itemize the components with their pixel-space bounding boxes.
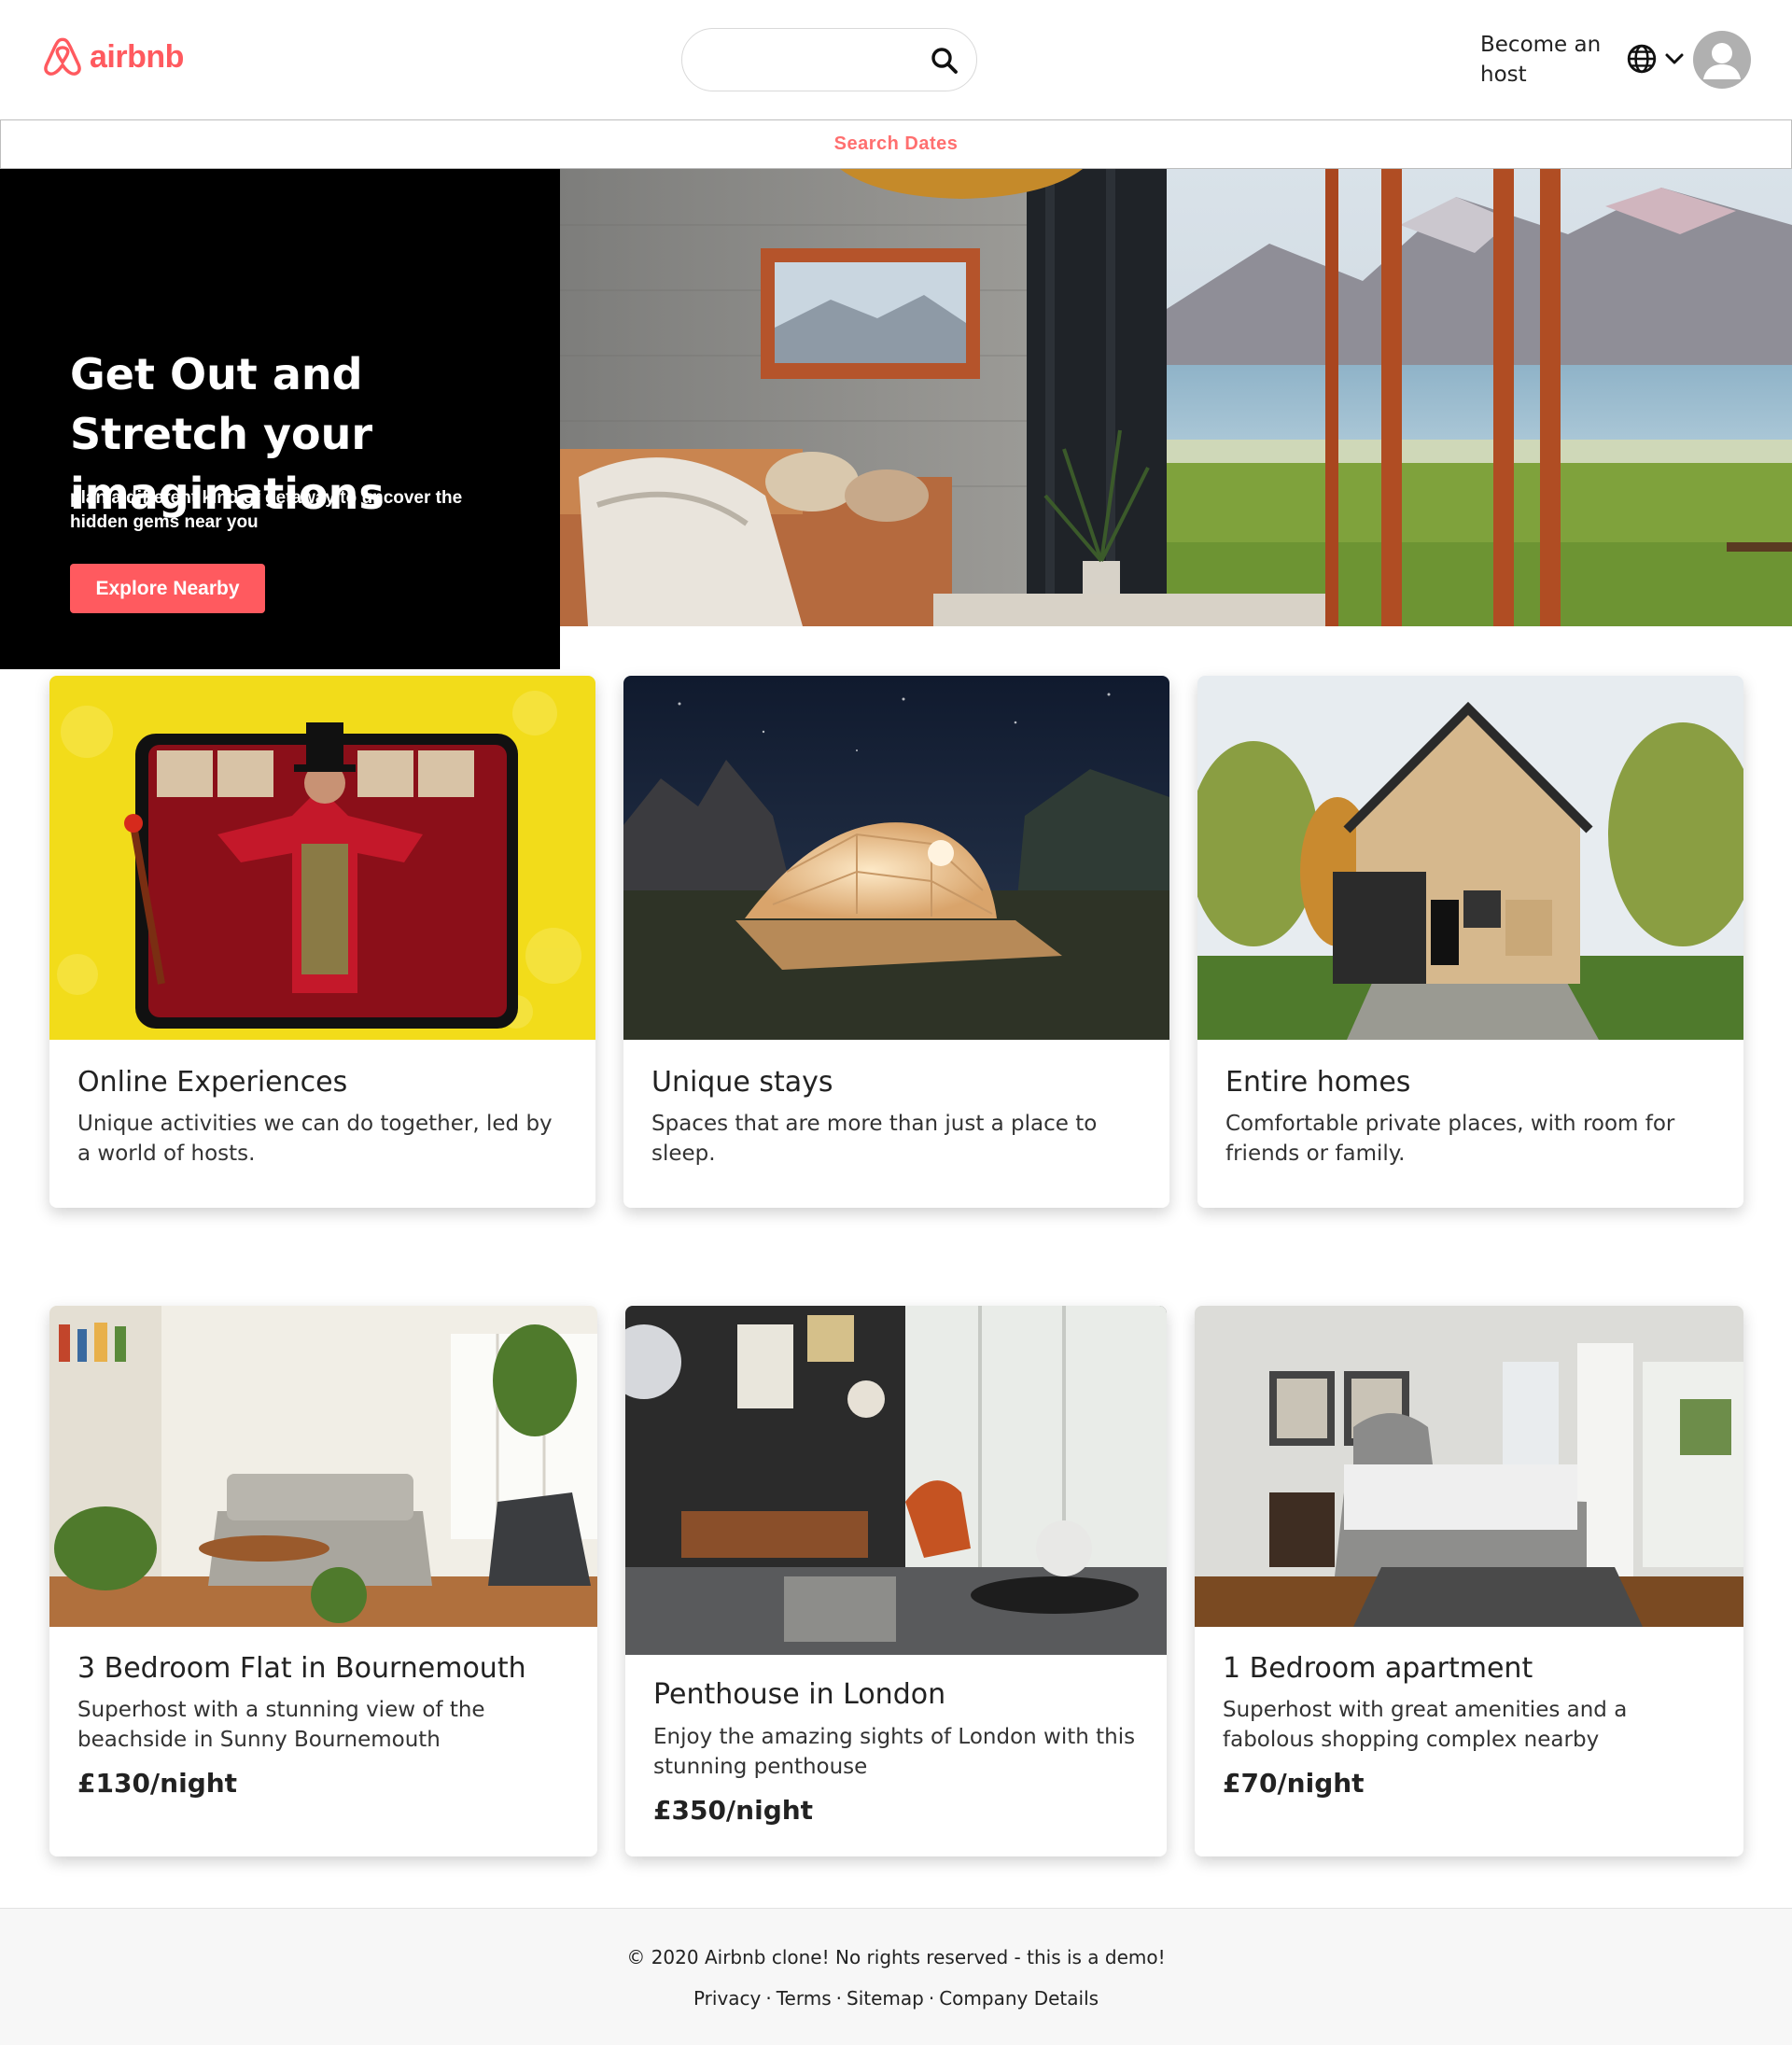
footer-copyright: © 2020 Airbnb clone! No rights reserved … — [626, 1946, 1166, 1968]
listing-title: 1 Bedroom apartment — [1223, 1652, 1533, 1685]
hero-panel: Get Out and Stretch your imaginations pl… — [0, 169, 560, 669]
listing-price: £350/night — [653, 1795, 814, 1826]
card-description: Spaces that are more than just a place t… — [651, 1112, 1098, 1166]
listing-description: Superhost with a stunning view of the be… — [77, 1698, 485, 1752]
logo-text: airbnb — [90, 38, 184, 75]
hero-image — [560, 169, 1792, 626]
category-card-online-experiences[interactable]: Online Experiences Unique activities we … — [49, 676, 595, 1208]
hero-subtitle: plan a different kind of getaway to unco… — [70, 488, 463, 532]
globe-icon[interactable] — [1626, 43, 1658, 75]
listing-price: £130/night — [77, 1768, 238, 1799]
search-dates-label: Search Dates — [833, 133, 959, 154]
card-description: Comfortable private places, with room fo… — [1225, 1112, 1675, 1166]
footer-link-privacy[interactable]: Privacy — [693, 1987, 761, 2010]
penthouse-london-image — [625, 1306, 1167, 1655]
footer-link-company-details[interactable]: Company Details — [939, 1987, 1099, 2010]
airbnb-logo-icon — [44, 37, 81, 76]
search-input[interactable] — [701, 42, 925, 79]
footer-links: Privacy · Terms · Sitemap · Company Details — [0, 1987, 1792, 2010]
bournemouth-flat-image — [49, 1306, 597, 1627]
entire-homes-image — [1197, 676, 1743, 1040]
become-host-link[interactable]: Become an host — [1480, 30, 1602, 90]
category-card-unique-stays[interactable]: Unique stays Spaces that are more than j… — [623, 676, 1169, 1208]
search-icon[interactable] — [930, 46, 959, 76]
footer-link-terms[interactable]: Terms — [777, 1987, 832, 2010]
card-title: Entire homes — [1225, 1066, 1411, 1099]
listing-price: £70/night — [1223, 1768, 1365, 1799]
footer: © 2020 Airbnb clone! No rights reserved … — [0, 1908, 1792, 2045]
card-title: Online Experiences — [77, 1066, 348, 1099]
explore-nearby-button[interactable]: Explore Nearby — [70, 564, 265, 613]
listing-card-bournemouth[interactable]: 3 Bedroom Flat in Bournemouth Superhost … — [49, 1306, 597, 1856]
listing-title: Penthouse in London — [653, 1678, 946, 1711]
airbnb-logo[interactable]: airbnb — [41, 35, 184, 78]
online-experiences-image — [49, 676, 595, 1040]
listing-description: Superhost with great amenities and a fab… — [1223, 1698, 1628, 1752]
user-avatar-icon[interactable] — [1693, 31, 1751, 89]
category-card-entire-homes[interactable]: Entire homes Comfortable private places,… — [1197, 676, 1743, 1208]
chevron-down-icon[interactable] — [1663, 49, 1686, 69]
card-title: Unique stays — [651, 1066, 833, 1099]
unique-stays-image — [623, 676, 1169, 1040]
search-dates-button[interactable]: Search Dates — [0, 119, 1792, 169]
listing-title: 3 Bedroom Flat in Bournemouth — [77, 1652, 526, 1685]
footer-separator: · — [928, 1987, 935, 2010]
top-nav: airbnb Become an host — [0, 0, 1792, 119]
listing-card-apartment[interactable]: 1 Bedroom apartment Superhost with great… — [1195, 1306, 1743, 1856]
bedroom-apartment-image — [1195, 1306, 1743, 1627]
card-description: Unique activities we can do together, le… — [77, 1112, 553, 1166]
search-bar[interactable] — [681, 28, 977, 91]
footer-separator: · — [835, 1987, 842, 2010]
footer-link-sitemap[interactable]: Sitemap — [847, 1987, 924, 2010]
footer-separator: · — [765, 1987, 772, 2010]
listing-card-penthouse[interactable]: Penthouse in London Enjoy the amazing si… — [625, 1306, 1167, 1856]
listing-description: Enjoy the amazing sights of London with … — [653, 1725, 1136, 1779]
